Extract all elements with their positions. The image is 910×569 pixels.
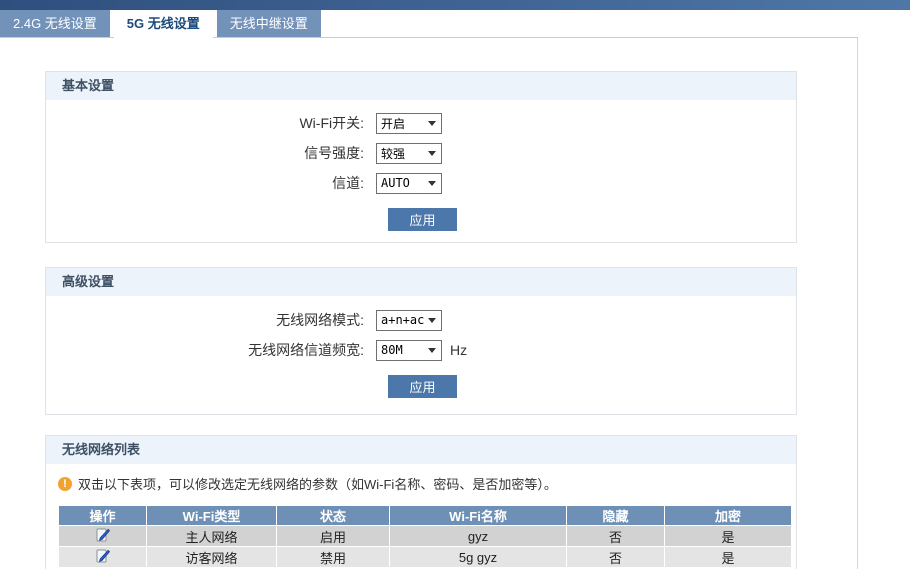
chevron-down-icon (428, 317, 436, 323)
basic-apply-button[interactable]: 应用 (388, 208, 457, 231)
table-row[interactable]: 主人网络 启用 gyz 否 是 (58, 525, 792, 547)
tab-bar: 2.4G 无线设置 5G 无线设置 无线中继设置 (0, 10, 910, 39)
col-encrypted: 加密 (664, 505, 792, 526)
basic-settings-panel: 基本设置 Wi-Fi开关: 开启 信号强度: 较强 信道: AUTO 应用 (45, 71, 797, 243)
table-row[interactable]: 访客网络 禁用 5g gyz 否 是 (58, 546, 792, 568)
tab-24g-wireless-settings[interactable]: 2.4G 无线设置 (0, 10, 110, 38)
warning-icon: ! (58, 476, 72, 491)
cell-encrypted: 是 (664, 525, 792, 547)
advanced-apply-button[interactable]: 应用 (388, 375, 457, 398)
channel-width-unit: Hz (450, 342, 468, 358)
edit-icon[interactable] (95, 548, 110, 567)
top-banner (0, 0, 910, 10)
chevron-down-icon (428, 180, 436, 186)
cell-wifi-type: 主人网络 (146, 525, 277, 547)
wireless-mode-label: 无线网络模式: (276, 312, 364, 328)
col-status: 状态 (276, 505, 390, 526)
chevron-down-icon (428, 120, 436, 126)
cell-wifi-name: 5g gyz (389, 546, 567, 568)
notice-text: 双击以下表项，可以修改选定无线网络的参数（如Wi-Fi名称、密码、是否加密等）。 (78, 477, 557, 492)
chevron-down-icon (428, 347, 436, 353)
cell-wifi-type: 访客网络 (146, 546, 277, 568)
channel-width-select[interactable]: 80M (376, 339, 442, 361)
col-wifi-name: Wi-Fi名称 (389, 505, 567, 526)
signal-strength-label: 信号强度: (304, 145, 364, 161)
channel-label: 信道: (332, 175, 364, 191)
cell-hidden: 否 (566, 546, 665, 568)
col-hidden: 隐藏 (566, 505, 665, 526)
advanced-settings-title: 高级设置 (46, 268, 796, 296)
channel-width-label: 无线网络信道频宽: (248, 342, 364, 358)
col-wifi-type: Wi-Fi类型 (146, 505, 277, 526)
wireless-mode-select[interactable]: a+n+ac (376, 309, 442, 331)
basic-settings-title: 基本设置 (46, 72, 796, 100)
wireless-network-list-title: 无线网络列表 (46, 436, 796, 464)
cell-wifi-name: gyz (389, 525, 567, 547)
cell-hidden: 否 (566, 525, 665, 547)
content-area: 基本设置 Wi-Fi开关: 开启 信号强度: 较强 信道: AUTO 应用 高级… (0, 38, 858, 569)
double-click-notice: ! 双击以下表项，可以修改选定无线网络的参数（如Wi-Fi名称、密码、是否加密等… (58, 474, 796, 493)
cell-status: 禁用 (276, 546, 390, 568)
wireless-network-list-panel: 无线网络列表 ! 双击以下表项，可以修改选定无线网络的参数（如Wi-Fi名称、密… (45, 435, 797, 569)
channel-select[interactable]: AUTO (376, 172, 442, 194)
edit-icon[interactable] (95, 527, 110, 546)
wireless-network-table: 操作 Wi-Fi类型 状态 Wi-Fi名称 隐藏 加密 主人网络 启用 gyz … (58, 505, 792, 568)
col-action: 操作 (58, 505, 147, 526)
wifi-switch-select[interactable]: 开启 (376, 112, 442, 134)
advanced-settings-panel: 高级设置 无线网络模式: a+n+ac 无线网络信道频宽: 80M Hz 应用 (45, 267, 797, 415)
signal-strength-select[interactable]: 较强 (376, 142, 442, 164)
wifi-switch-label: Wi-Fi开关: (299, 115, 364, 131)
cell-status: 启用 (276, 525, 390, 547)
cell-encrypted: 是 (664, 546, 792, 568)
table-header-row: 操作 Wi-Fi类型 状态 Wi-Fi名称 隐藏 加密 (58, 505, 792, 526)
tab-5g-wireless-settings[interactable]: 5G 无线设置 (113, 10, 213, 39)
tab-wireless-repeater-settings[interactable]: 无线中继设置 (216, 10, 321, 38)
chevron-down-icon (428, 150, 436, 156)
